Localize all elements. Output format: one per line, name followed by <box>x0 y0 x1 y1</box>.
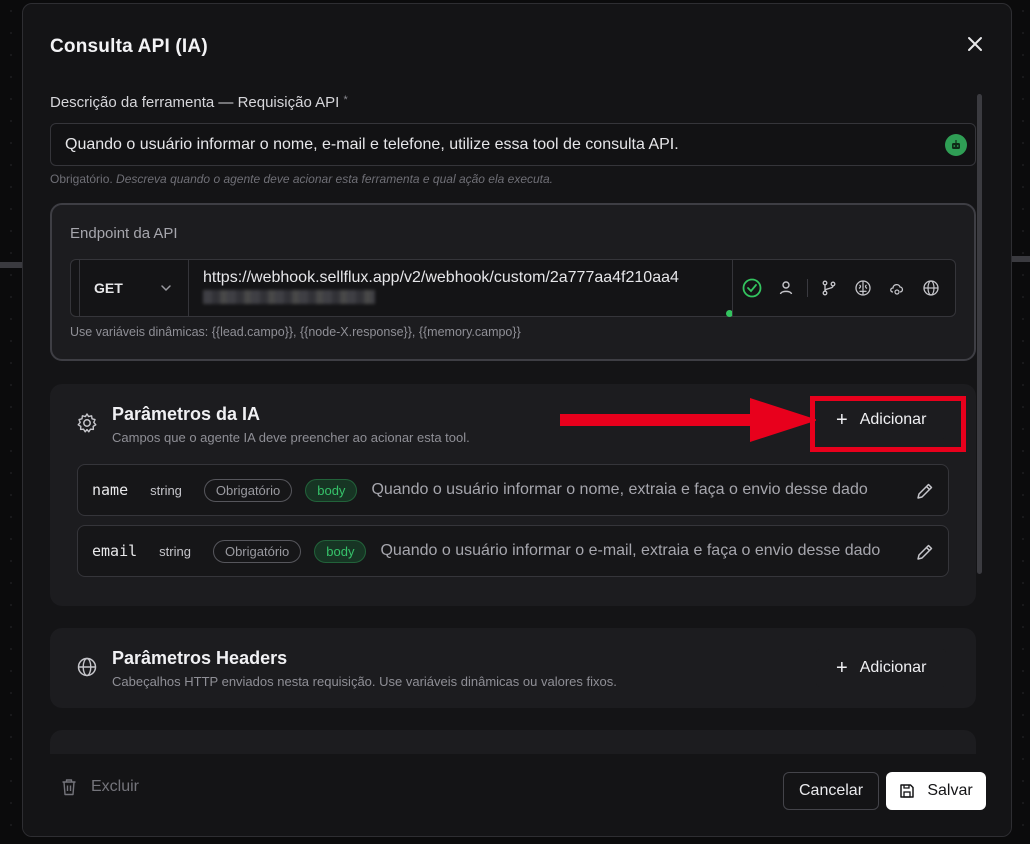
check-circle-icon[interactable] <box>742 278 762 298</box>
backdrop-divider <box>1010 256 1030 262</box>
headers-params-section: Parâmetros Headers Cabeçalhos HTTP envia… <box>50 628 976 708</box>
headers-params-subtitle: Cabeçalhos HTTP enviados nesta requisiçã… <box>112 674 617 689</box>
modal-body: Descrição da ferramenta — Requisição API… <box>23 74 1011 754</box>
method-value[interactable]: GET <box>94 280 123 296</box>
description-value[interactable]: Quando o usuário informar o nome, e-mail… <box>65 136 679 154</box>
modal-title: Consulta API (IA) <box>50 36 208 57</box>
user-icon[interactable] <box>778 280 794 296</box>
required-badge: Obrigatório <box>212 539 302 563</box>
ia-params-title: Parâmetros da IA <box>112 404 261 424</box>
description-input[interactable]: Quando o usuário informar o nome, e-mail… <box>50 123 976 166</box>
chevron-down-icon[interactable] <box>160 282 172 294</box>
close-icon[interactable] <box>967 36 983 52</box>
param-description: Quando o usuário informar o nome, extrai… <box>371 481 868 498</box>
description-helper: Obrigatório. Descreva quando o agente de… <box>50 172 553 186</box>
description-label: Descrição da ferramenta — Requisição API… <box>50 94 348 111</box>
cloud-icon[interactable] <box>888 279 906 297</box>
backdrop-divider <box>0 262 24 268</box>
globe-icon[interactable] <box>922 279 940 297</box>
web-variable-button[interactable] <box>914 271 948 305</box>
save-label[interactable]: Salvar <box>927 782 972 800</box>
ia-params-section: Parâmetros da IA Campos que o agente IA … <box>50 384 976 606</box>
branch-icon[interactable] <box>821 280 837 296</box>
add-header-param-label[interactable]: Adicionar <box>860 659 927 677</box>
required-mark: * <box>343 94 348 106</box>
close-button[interactable] <box>961 30 989 58</box>
brain-icon[interactable] <box>854 279 872 297</box>
pencil-icon[interactable] <box>914 541 936 563</box>
ai-assist-button[interactable] <box>945 134 967 156</box>
gear-icon <box>77 413 97 433</box>
param-name: email <box>92 542 138 560</box>
next-section-partial <box>50 730 976 754</box>
param-description: Quando o usuário informar o e-mail, extr… <box>380 542 881 559</box>
param-row-name[interactable]: name string Obrigatório body Quando o us… <box>77 464 949 516</box>
headers-params-title: Parâmetros Headers <box>112 648 288 668</box>
location-badge: body <box>305 478 358 502</box>
cancel-label[interactable]: Cancelar <box>799 782 863 800</box>
globe-icon <box>77 657 97 677</box>
location-badge: body <box>314 539 367 563</box>
plus-icon[interactable]: + <box>836 658 848 678</box>
delete-button[interactable]: Excluir <box>61 778 139 796</box>
endpoint-title: Endpoint da API <box>70 225 178 242</box>
toolbar-separator <box>807 279 808 297</box>
memory-variable-button[interactable] <box>846 271 880 305</box>
cancel-button[interactable]: Cancelar <box>783 772 879 810</box>
helper-prefix: Obrigatório. <box>50 172 113 186</box>
url-input[interactable]: https://webhook.sellflux.app/v2/webhook/… <box>203 268 723 288</box>
endpoint-card: Endpoint da API GET https://webhook.sell… <box>50 203 976 361</box>
required-badge: Obrigatório <box>203 478 293 502</box>
url-divider <box>732 260 733 316</box>
param-name: name <box>92 481 129 499</box>
method-select[interactable]: GET <box>79 260 189 316</box>
node-variable-button[interactable] <box>812 271 846 305</box>
cloud-variable-button[interactable] <box>880 271 914 305</box>
url-toolbar <box>735 260 948 316</box>
modal-footer: Excluir Cancelar Salvar <box>23 754 1011 836</box>
ia-params-subtitle: Campos que o agente IA deve preencher ao… <box>112 430 470 445</box>
highlight-box-annotation <box>810 396 966 452</box>
helper-text: Descreva quando o agente deve acionar es… <box>116 172 554 186</box>
delete-label[interactable]: Excluir <box>91 778 139 796</box>
endpoint-row: GET https://webhook.sellflux.app/v2/webh… <box>70 259 956 317</box>
lead-variable-button[interactable] <box>769 271 803 305</box>
validate-button[interactable] <box>735 271 769 305</box>
param-type: string <box>150 482 182 498</box>
url-redacted <box>203 290 375 304</box>
robot-icon[interactable] <box>950 139 962 151</box>
save-button[interactable]: Salvar <box>886 772 986 810</box>
param-row-email[interactable]: email string Obrigatório body Quando o u… <box>77 525 949 577</box>
trash-icon[interactable] <box>61 778 77 796</box>
tool-modal: Consulta API (IA) Descrição da ferrament… <box>22 3 1012 837</box>
pencil-icon[interactable] <box>914 480 936 502</box>
add-header-param-button[interactable]: + Adicionar <box>816 649 947 687</box>
endpoint-hint: Use variáveis dinâmicas: {{lead.campo}},… <box>70 325 521 339</box>
floppy-disk-icon[interactable] <box>899 783 915 799</box>
red-arrow-annotation <box>560 398 818 442</box>
param-type: string <box>159 543 191 559</box>
description-label-text: Descrição da ferramenta — Requisição API <box>50 94 340 111</box>
